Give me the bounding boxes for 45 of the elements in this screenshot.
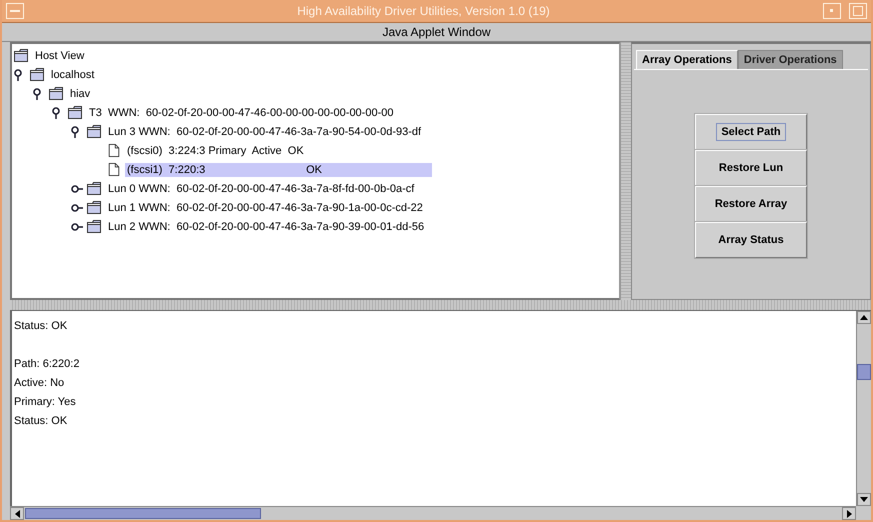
tree-item[interactable]: Lun 0 WWN: 60-02-0f-20-00-00-47-46-3a-7a-8f-fd-00-0b-0a-cf [106,182,416,196]
splitter-handle[interactable] [620,42,631,300]
folder-icon [87,201,103,214]
operation-button[interactable]: Array Status [695,222,807,258]
folder-icon [68,106,84,119]
folder-icon [49,87,65,100]
window-title: High Availability Driver Utilities, Version 1.0 (19) [296,4,551,18]
folder-icon [14,49,30,62]
detail-line: Primary: Yes [14,395,77,410]
splitter-handle[interactable] [10,300,871,311]
operation-button[interactable]: Select Path [695,114,807,150]
tree-item[interactable]: hiav [68,86,92,100]
maximize-icon [853,6,863,16]
tree-item[interactable]: T3 WWN: 60-02-0f-20-00-00-47-46-00-00-00-00-00-00-00-00 [87,106,396,120]
tree-item[interactable]: (fscsi1) 7:220:3 OK [125,162,432,176]
tab[interactable]: Driver Operations [738,50,843,69]
folder-icon [30,68,46,81]
tree-item[interactable]: (fscsi0) 3:224:3 Primary Active OK [125,144,306,158]
tree-item[interactable]: Lun 3 WWN: 60-02-0f-20-00-00-47-46-3a-7a-90-54-00-0d-93-df [106,124,424,138]
scrollbar-thumb[interactable] [857,364,871,380]
minimize-icon [830,9,834,13]
operation-button[interactable]: Restore Lun [695,150,807,186]
folder-icon [87,125,103,138]
detail-line: Active: No [14,376,66,391]
tree-item[interactable]: Lun 2 WWN: 60-02-0f-20-00-00-47-46-3a-7a-90-39-00-01-dd-56 [106,220,426,234]
tree-item[interactable]: Lun 1 WWN: 60-02-0f-20-00-00-47-46-3a-7a-90-1a-00-0c-cd-22 [106,200,425,214]
detail-line: Path: 6:220:2 [14,357,80,372]
menu-icon [10,9,20,13]
folder-icon [87,182,103,195]
detail-line: Status: OK [14,414,68,429]
file-icon [106,144,122,157]
tree-item[interactable]: Host View [33,48,86,62]
folder-icon [87,220,103,233]
horizontal-scrollbar[interactable] [10,506,856,520]
down-arrow-icon[interactable] [860,497,868,502]
left-arrow-icon[interactable] [14,510,20,518]
detail-line: Status: OK [14,319,68,334]
file-icon [106,163,122,176]
operation-button[interactable]: Restore Array [695,186,807,222]
right-arrow-icon[interactable] [846,510,852,518]
tab[interactable]: Array Operations [636,50,738,69]
up-arrow-icon[interactable] [860,315,868,320]
scrollbar-thumb[interactable] [25,508,261,519]
vertical-scrollbar[interactable] [856,311,871,506]
tree-item[interactable]: localhost [49,68,96,82]
